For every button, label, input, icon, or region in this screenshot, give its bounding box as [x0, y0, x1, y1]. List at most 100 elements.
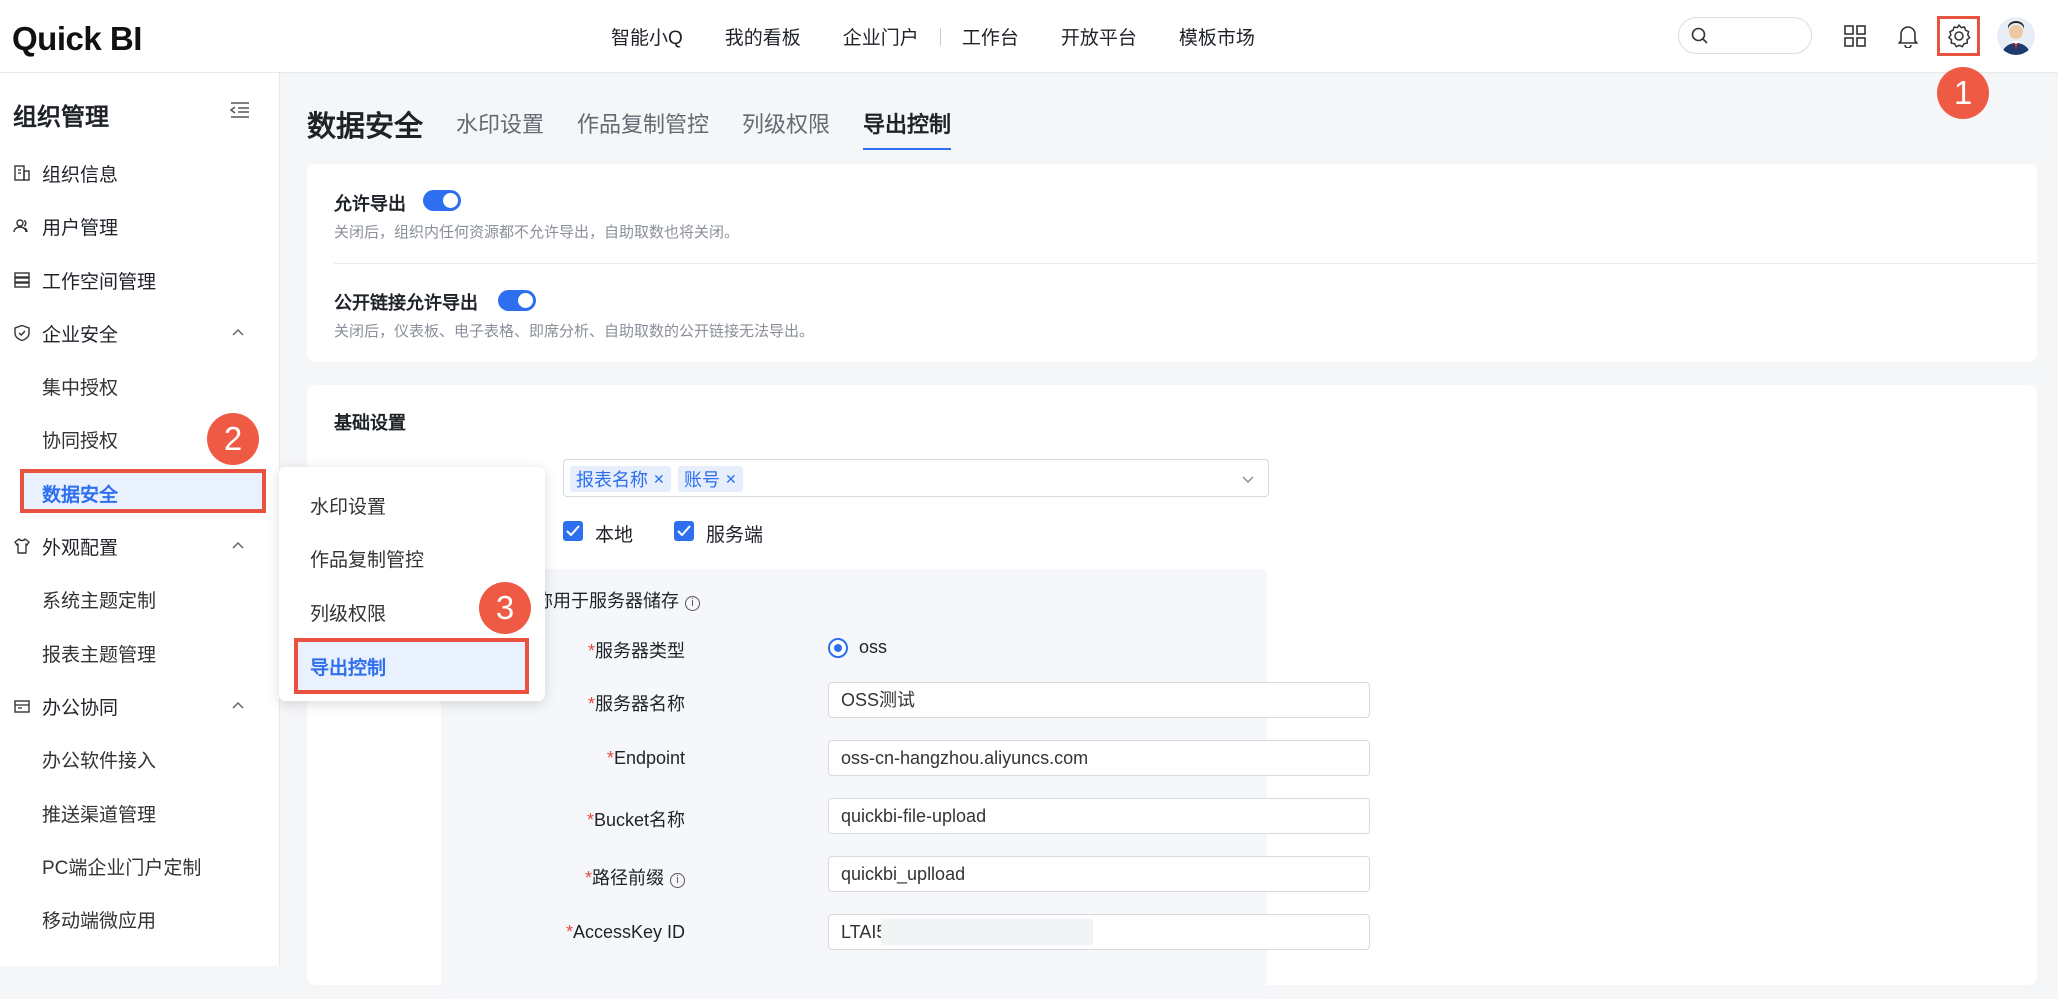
sidebar-item-push-channel[interactable]: 推送渠道管理	[0, 791, 280, 835]
sidebar-item-pc-portal[interactable]: PC端企业门户定制	[0, 844, 280, 888]
search-input[interactable]	[1678, 17, 1812, 54]
gear-icon[interactable]	[1940, 17, 1978, 55]
endpoint-label: *Endpoint	[606, 748, 685, 768]
server-type-radio-oss[interactable]	[828, 638, 848, 658]
nav-smart-q[interactable]: 智能小Q	[590, 23, 704, 50]
sidebar-item-org-info[interactable]: 组织信息	[0, 151, 280, 195]
users-icon	[13, 219, 28, 233]
sidebar-item-label: 集中授权	[42, 377, 119, 399]
tab-column-permission[interactable]: 列级权限	[742, 107, 830, 150]
accesskey-id-label: *AccessKey ID	[565, 922, 685, 942]
sidebar-item-office-collab[interactable]: 办公协同	[0, 684, 280, 728]
endpoint-label-text: Endpoint	[613, 748, 685, 768]
tag-label: 报表名称	[576, 470, 648, 490]
sidebar-item-central-auth[interactable]: 集中授权	[0, 364, 280, 408]
sidebar-item-report-theme[interactable]: 报表主题管理	[0, 631, 280, 675]
accesskey-id-value: LTAI5	[841, 922, 887, 942]
sidebar-item-office-software[interactable]: 办公软件接入	[0, 737, 280, 781]
public-link-export-desc: 关闭后，仪表板、电子表格、即席分析、自助取数的公开链接无法导出。	[334, 323, 815, 340]
app-logo[interactable]: Quick BI	[12, 20, 142, 58]
flyout-item-copy-control[interactable]: 作品复制管控	[310, 545, 424, 572]
info-icon[interactable]: i	[685, 596, 700, 611]
office-icon	[14, 700, 30, 713]
checkbox-local[interactable]	[563, 521, 583, 541]
sidebar-item-label: 系统主题定制	[42, 590, 157, 612]
sidebar-item-label: 协同授权	[42, 430, 119, 452]
step-badge-1: 1	[1937, 67, 1989, 119]
step-badge-3: 3	[479, 582, 531, 634]
sidebar-item-label: 移动端微应用	[42, 910, 157, 932]
server-type-value: oss	[859, 637, 888, 657]
sidebar-item-system-theme[interactable]: 系统主题定制	[0, 577, 280, 621]
sidebar-item-enterprise-security[interactable]: 企业安全	[0, 311, 280, 355]
top-nav: 智能小Q 我的看板 企业门户 工作台 开放平台 模板市场	[590, 0, 1276, 73]
flyout-item-watermark[interactable]: 水印设置	[310, 492, 386, 519]
bell-icon[interactable]	[1889, 17, 1927, 55]
info-icon[interactable]: i	[670, 873, 685, 888]
redacted-mask	[881, 919, 1093, 945]
nav-workbench[interactable]: 工作台	[941, 23, 1040, 50]
nav-template-market[interactable]: 模板市场	[1158, 23, 1276, 50]
sidebar-item-label: 数据安全	[42, 484, 119, 506]
accesskey-id-label-text: AccessKey ID	[572, 922, 685, 942]
sidebar-item-users[interactable]: 用户管理	[0, 204, 280, 248]
server-settings-panel: 名称用于服务器储存 i *服务器类型 oss *服务器名称 OSS测试 *Endp…	[441, 569, 1370, 999]
sidebar: 组织管理 组织信息 用户管理 工作空间管理 企业安全 集中授权 协同授权 数据安…	[0, 73, 280, 966]
workspace-icon	[14, 272, 30, 288]
tab-watermark[interactable]: 水印设置	[456, 107, 544, 150]
avatar[interactable]	[1997, 17, 2035, 55]
sidebar-item-mobile-app[interactable]: 移动端微应用	[0, 897, 280, 941]
flyout-item-export-control[interactable]: 导出控制	[310, 653, 386, 680]
allow-export-desc: 关闭后，组织内任何资源都不允许导出，自助取数也将关闭。	[334, 224, 740, 241]
tag-label: 账号	[684, 470, 720, 490]
sidebar-item-workspace[interactable]: 工作空间管理	[0, 258, 280, 302]
bucket-input[interactable]: quickbi-file-upload	[828, 798, 1370, 834]
top-bar: Quick BI 智能小Q 我的看板 企业门户 工作台 开放平台 模板市场	[0, 0, 2058, 73]
divider	[334, 263, 2037, 264]
file-name-select[interactable]: 报表名称 ✕ 账号 ✕	[563, 459, 1269, 497]
allow-export-toggle[interactable]	[423, 190, 461, 211]
sidebar-title: 组织管理	[13, 104, 109, 131]
sidebar-item-label: 办公协同	[42, 697, 119, 719]
sidebar-item-data-security[interactable]: 数据安全	[0, 471, 280, 515]
tab-export-control[interactable]: 导出控制	[863, 107, 952, 150]
server-name-label: *服务器名称	[587, 694, 685, 714]
nav-open-platform[interactable]: 开放平台	[1040, 23, 1158, 50]
path-prefix-input[interactable]: quickbi_uplload	[828, 856, 1370, 892]
sidebar-item-label: 组织信息	[42, 164, 119, 186]
checkbox-local-label: 本地	[595, 525, 634, 546]
sidebar-item-label: 用户管理	[42, 217, 119, 239]
sidebar-item-label: 推送渠道管理	[42, 804, 157, 826]
chevron-up-icon	[232, 328, 244, 336]
tag-account: 账号 ✕	[678, 466, 743, 492]
sidebar-item-label: 企业安全	[42, 324, 119, 346]
allow-export-title: 允许导出	[334, 194, 406, 214]
export-toggle-card: 允许导出 关闭后，组织内任何资源都不允许导出，自助取数也将关闭。 公开链接允许导…	[307, 164, 2037, 362]
close-icon[interactable]: ✕	[725, 471, 737, 488]
nav-portal[interactable]: 企业门户	[822, 23, 940, 50]
server-name-label-text: 服务器名称	[595, 694, 685, 714]
sidebar-item-label: 办公软件接入	[42, 750, 157, 772]
checkbox-server[interactable]	[674, 521, 694, 541]
sidebar-item-label: 报表主题管理	[42, 644, 157, 666]
collapse-sidebar-icon[interactable]	[229, 101, 250, 124]
endpoint-input[interactable]: oss-cn-hangzhou.aliyuncs.com	[828, 740, 1370, 776]
apps-grid-icon[interactable]	[1836, 17, 1874, 55]
basic-settings-title: 基础设置	[334, 413, 406, 433]
chevron-up-icon	[232, 541, 244, 549]
close-icon[interactable]: ✕	[653, 471, 665, 488]
server-name-input[interactable]: OSS测试	[828, 682, 1370, 718]
org-icon	[14, 165, 30, 181]
flyout-item-column-permission[interactable]: 列级权限	[310, 599, 386, 626]
tab-copy-control[interactable]: 作品复制管控	[577, 107, 709, 150]
sidebar-item-appearance[interactable]: 外观配置	[0, 524, 280, 568]
sidebar-item-label: PC端企业门户定制	[42, 857, 202, 879]
accesskey-id-input[interactable]: LTAI5	[828, 914, 1370, 950]
chevron-down-icon	[1242, 476, 1254, 483]
chevron-up-icon	[232, 701, 244, 709]
path-prefix-label-text: 路径前缀	[592, 868, 664, 888]
nav-my-board[interactable]: 我的看板	[704, 23, 822, 50]
shield-icon	[14, 324, 30, 342]
tab-bar: 水印设置 作品复制管控 列级权限 导出控制	[456, 107, 984, 150]
public-link-export-toggle[interactable]	[498, 290, 536, 311]
